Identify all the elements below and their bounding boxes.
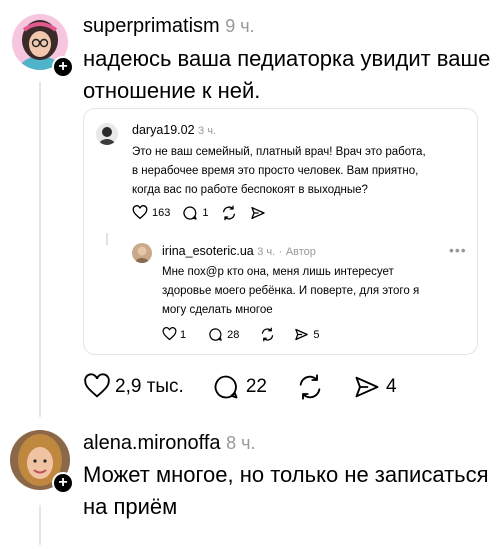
like-count: 163 [152, 207, 171, 219]
share-button[interactable] [250, 205, 266, 221]
post-time: 9 ч. [225, 16, 255, 36]
reply-button[interactable]: 22 [212, 373, 267, 401]
share-count: 5 [313, 328, 320, 341]
post-actions: 2,9 тыс. 22 4 [83, 373, 425, 401]
avatar[interactable] [96, 123, 118, 145]
repost-button[interactable] [295, 373, 325, 401]
repost-button[interactable] [220, 205, 238, 221]
share-button[interactable]: 4 [353, 373, 397, 401]
username-text[interactable]: irina_esoteric.ua [162, 244, 254, 258]
comment-icon [209, 328, 222, 341]
share-icon [295, 328, 309, 341]
comment-text-line: когда вас по работе беспокоят в выходные… [132, 184, 368, 196]
follow-plus-icon[interactable]: + [52, 56, 74, 78]
comment-username[interactable]: irina_esoteric.ua 3 ч. · Автор [162, 244, 316, 258]
username-text[interactable]: superprimatism [83, 15, 220, 37]
comment-actions: 163 1 [132, 205, 278, 221]
share-icon [251, 207, 266, 219]
more-icon: ••• [449, 242, 467, 258]
comment-text-line: Это не ваш семейный, платный врач! Врач … [132, 146, 426, 158]
like-button[interactable]: 2,9 тыс. [83, 373, 184, 401]
reply-button[interactable]: 28 [208, 327, 239, 342]
post-text: надеюсь ваша педиаторка увидит ваше отно… [83, 43, 500, 107]
like-count: 2,9 тыс. [115, 376, 184, 397]
like-button[interactable]: 163 [132, 205, 170, 221]
repost-button[interactable] [259, 327, 276, 342]
post-username[interactable]: superprimatism 9 ч. [83, 15, 255, 38]
comment-text-line: Мне пох@р кто она, меня лишь интересует [162, 266, 394, 278]
reply-count: 22 [245, 376, 267, 397]
comment-text: Мне пох@р кто она, меня лишь интересует … [162, 263, 419, 320]
comment-icon [214, 375, 238, 399]
post-text-line: надеюсь ваша педиаторка увидит ваше [83, 46, 491, 71]
comment-time: 3 ч. [257, 246, 276, 258]
comment-actions: 1 28 5 [162, 327, 332, 342]
like-button[interactable]: 1 [162, 327, 186, 342]
share-icon [355, 376, 379, 398]
comment-icon [183, 206, 198, 220]
username-text[interactable]: alena.mironoffa [83, 432, 221, 454]
heart-icon [84, 373, 110, 398]
share-count: 4 [385, 376, 397, 397]
avatar[interactable] [132, 243, 152, 263]
reply-count: 1 [202, 207, 209, 219]
follow-plus-icon[interactable]: + [52, 472, 74, 494]
comment-text-line: могу сделать многое [162, 304, 273, 316]
post-text-line: отношение к ней. [83, 78, 261, 103]
heart-icon [132, 205, 148, 220]
like-count: 1 [180, 328, 187, 341]
post-text-line: Может многое, но только не записаться [83, 462, 489, 487]
comment-text-line: здоровье моего ребёнка. И поверте, для э… [162, 285, 420, 297]
reply-button[interactable]: 1 [182, 205, 208, 221]
post-time: 8 ч. [226, 433, 256, 453]
post-text-line: на приём [83, 494, 178, 519]
author-separator: · [278, 246, 283, 258]
share-button[interactable]: 5 [294, 327, 320, 342]
comment-text: Это не ваш семейный, платный врач! Врач … [132, 143, 426, 200]
reply-count: 28 [227, 328, 240, 341]
author-badge: Автор [285, 246, 316, 258]
more-button[interactable]: ••• [449, 242, 467, 258]
thread-line [39, 505, 41, 545]
repost-icon [262, 327, 274, 342]
quoted-thread-card[interactable]: darya19.02 3 ч. Это не ваш семейный, пла… [83, 108, 478, 355]
repost-icon [223, 205, 236, 221]
username-text[interactable]: darya19.02 [132, 123, 195, 137]
thread-line [106, 233, 108, 245]
comment-text-line: в нерабочее время это просто человек. Ва… [132, 165, 419, 177]
thread-line [39, 82, 41, 417]
comment-time: 3 ч. [198, 125, 217, 137]
post-text: Может многое, но только не записаться на… [83, 459, 500, 523]
post-username[interactable]: alena.mironoffa 8 ч. [83, 432, 255, 455]
repost-icon [299, 374, 321, 400]
comment-username[interactable]: darya19.02 3 ч. [132, 123, 216, 137]
heart-icon [162, 327, 177, 341]
